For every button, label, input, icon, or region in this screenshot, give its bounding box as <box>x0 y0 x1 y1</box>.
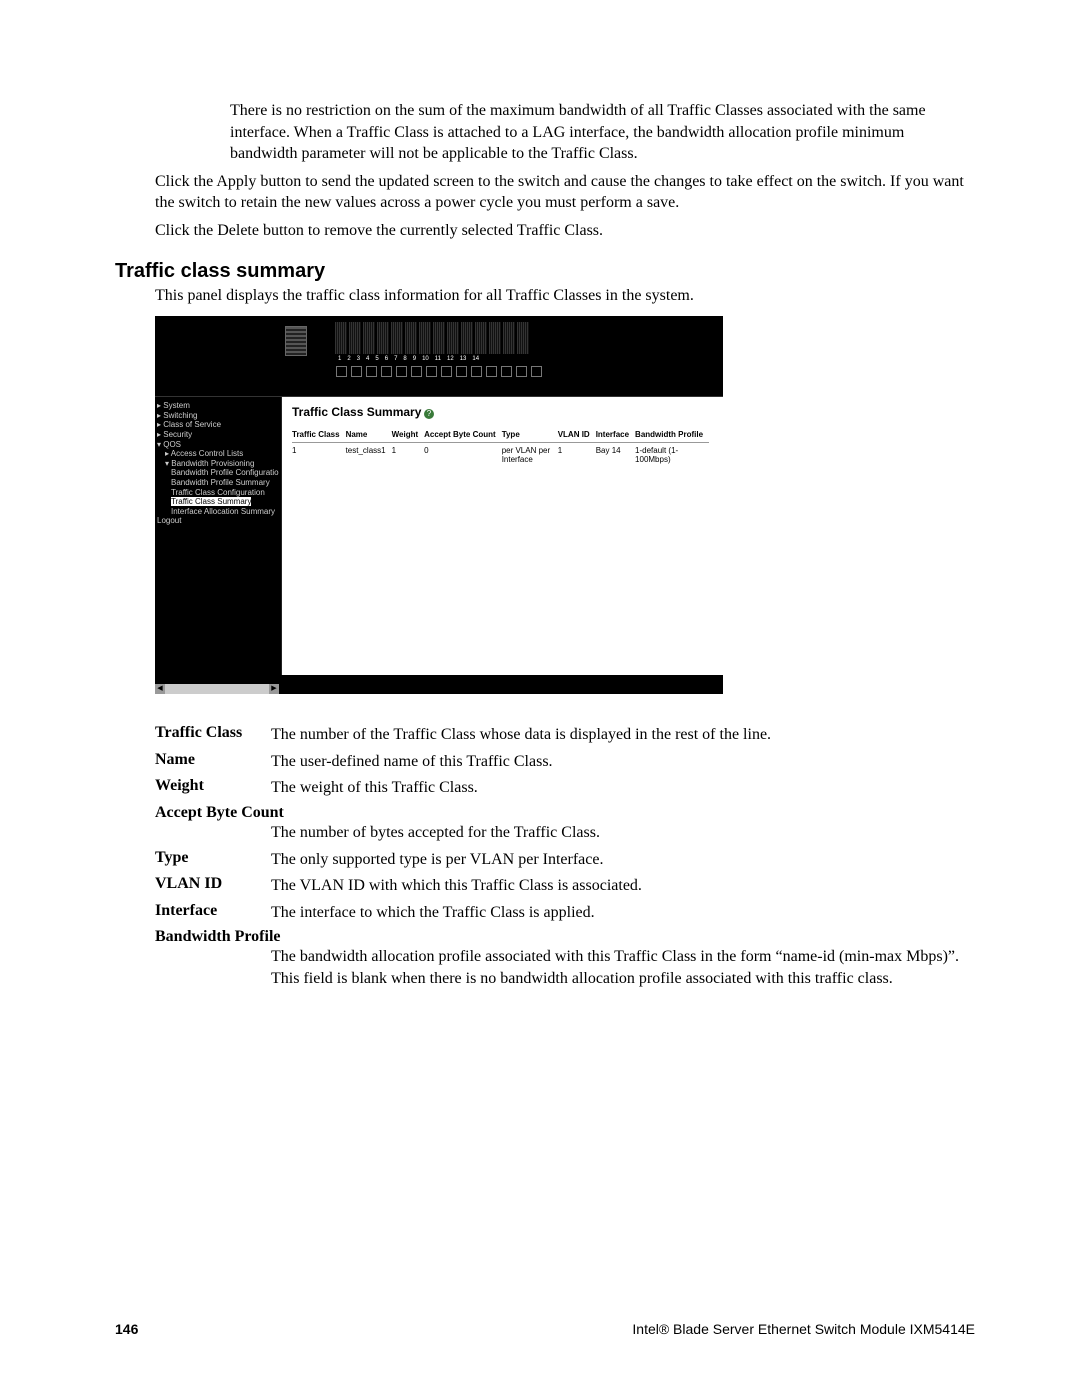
nav-item-acl[interactable]: ▸ Access Control Lists <box>157 449 279 459</box>
def-term: Bandwidth Profile <box>155 928 975 946</box>
def-term: Type <box>155 849 271 867</box>
col-name: Name <box>346 429 392 443</box>
def-term: Accept Byte Count <box>155 804 975 822</box>
def-term: Name <box>155 751 271 769</box>
def-desc: The only supported type is per VLAN per … <box>271 849 975 871</box>
nav-scrollbar[interactable]: ◀ ▶ <box>155 684 279 694</box>
paragraph: Click the Delete button to remove the cu… <box>155 220 975 242</box>
slot-indicators <box>336 366 542 377</box>
def-desc: The number of bytes accepted for the Tra… <box>271 822 975 844</box>
nav-item-security[interactable]: ▸ Security <box>157 430 279 440</box>
page: There is no restriction on the sum of th… <box>0 0 1080 1397</box>
col-vlan: VLAN ID <box>558 429 596 443</box>
def-desc: The VLAN ID with which this Traffic Clas… <box>271 875 975 897</box>
content-panel: Traffic Class Summary ? Traffic Class Na… <box>282 397 723 675</box>
section-heading: Traffic class summary <box>115 260 975 283</box>
slot-numbers: 12 34 56 78 910 1112 1314 <box>338 356 479 362</box>
paragraph: There is no restriction on the sum of th… <box>230 100 975 165</box>
col-traffic-class: Traffic Class <box>292 429 346 443</box>
col-interface: Interface <box>596 429 635 443</box>
def-desc: The weight of this Traffic Class. <box>271 777 975 799</box>
nav-tree: ▸ System ▸ Switching ▸ Class of Service … <box>155 397 282 675</box>
def-desc: The bandwidth allocation profile associa… <box>271 946 975 989</box>
nav-item-bw-profile-summary[interactable]: Bandwidth Profile Summary <box>157 478 279 488</box>
nav-item-logout[interactable]: Logout <box>157 516 279 526</box>
col-bw-profile: Bandwidth Profile <box>635 429 709 443</box>
page-number: 146 <box>115 1321 138 1337</box>
document-title: Intel® Blade Server Ethernet Switch Modu… <box>632 1321 975 1337</box>
nav-item-if-alloc[interactable]: Interface Allocation Summary <box>157 507 279 517</box>
nav-item-bw-profile-config[interactable]: Bandwidth Profile Configuration <box>157 468 279 478</box>
nav-item-tc-summary[interactable]: Traffic Class Summary <box>157 497 279 507</box>
nav-item-bw-prov[interactable]: ▾ Bandwidth Provisioning <box>157 459 279 469</box>
nav-item-qos[interactable]: ▾ QOS <box>157 440 279 450</box>
panel-title: Traffic Class Summary <box>292 405 421 419</box>
traffic-class-table: Traffic Class Name Weight Accept Byte Co… <box>292 429 709 465</box>
chassis-illustration: 12 34 56 78 910 1112 1314 <box>155 316 723 397</box>
paragraph: Click the Apply button to send the updat… <box>155 171 975 214</box>
def-term: Interface <box>155 902 271 920</box>
nav-item-tc-config[interactable]: Traffic Class Configuration <box>157 488 279 498</box>
scroll-left-icon[interactable]: ◀ <box>155 684 165 694</box>
field-definitions: Traffic Class The number of the Traffic … <box>155 724 975 989</box>
nav-item-system[interactable]: ▸ System <box>157 401 279 411</box>
col-weight: Weight <box>392 429 425 443</box>
def-term: Weight <box>155 777 271 795</box>
app-screenshot: 12 34 56 78 910 1112 1314 ▸ System ▸ Swi… <box>155 316 723 694</box>
paragraph: This panel displays the traffic class in… <box>155 285 975 307</box>
def-term: Traffic Class <box>155 724 271 742</box>
def-desc: The number of the Traffic Class whose da… <box>271 724 975 746</box>
page-footer: 146 Intel® Blade Server Ethernet Switch … <box>115 1321 975 1337</box>
def-desc: The interface to which the Traffic Class… <box>271 902 975 924</box>
help-icon[interactable]: ? <box>424 409 434 419</box>
nav-item-cos[interactable]: ▸ Class of Service <box>157 420 279 430</box>
col-abc: Accept Byte Count <box>424 429 502 443</box>
col-type: Type <box>502 429 558 443</box>
chassis-module-icon <box>285 326 307 356</box>
nav-item-switching[interactable]: ▸ Switching <box>157 411 279 421</box>
scroll-right-icon[interactable]: ▶ <box>269 684 279 694</box>
table-row: 1 test_class1 1 0 per VLAN per Interface… <box>292 443 709 466</box>
def-term: VLAN ID <box>155 875 271 893</box>
chassis-slots <box>335 322 529 354</box>
def-desc: The user-defined name of this Traffic Cl… <box>271 751 975 773</box>
